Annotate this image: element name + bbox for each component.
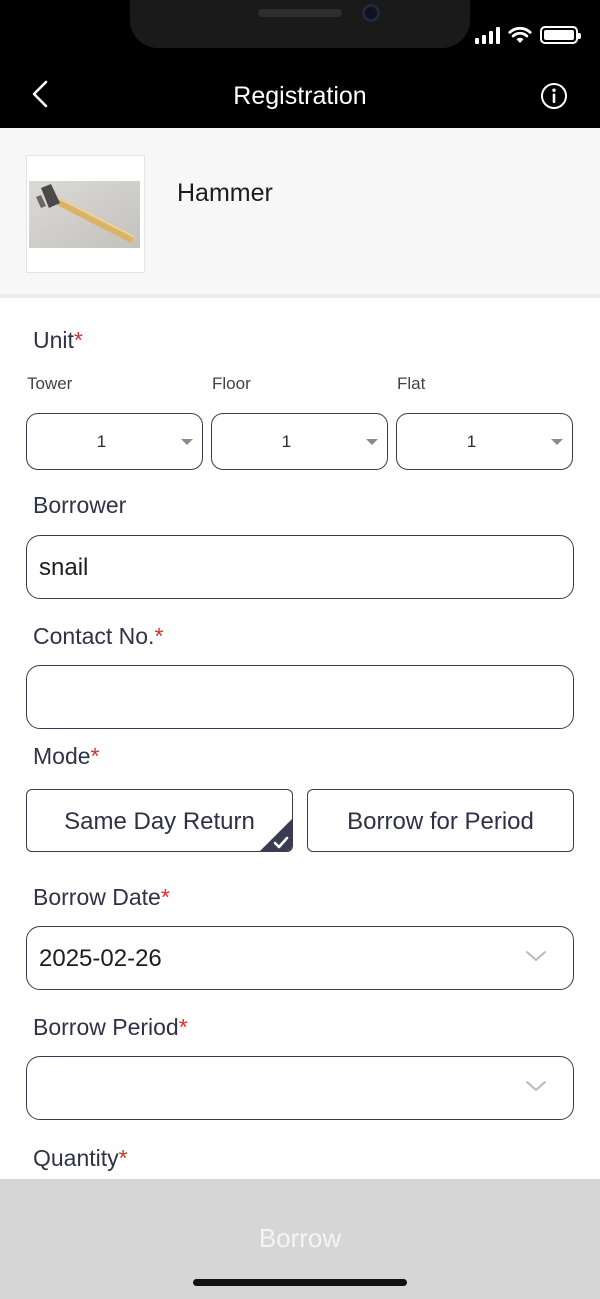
borrow-button[interactable]: Borrow — [0, 1223, 600, 1254]
tower-label: Tower — [27, 374, 73, 393]
borrow-period-picker[interactable] — [26, 1056, 574, 1120]
cellular-signal-icon — [475, 26, 500, 44]
caret-down-icon — [551, 439, 563, 445]
caret-down-icon — [181, 439, 193, 445]
tower-select[interactable]: 1 — [26, 413, 203, 470]
borrow-date-label: Borrow Date* — [33, 884, 170, 910]
quantity-label: Quantity* — [33, 1145, 128, 1171]
chevron-down-icon — [526, 1081, 546, 1091]
floor-label: Floor — [212, 374, 251, 393]
home-indicator — [193, 1279, 407, 1286]
page-title: Registration — [233, 82, 367, 110]
borrower-input[interactable]: snail — [26, 535, 574, 599]
contact-input[interactable] — [26, 665, 574, 729]
mode-label: Mode* — [33, 743, 100, 769]
contact-label: Contact No.* — [33, 623, 164, 649]
flat-value: 1 — [466, 432, 477, 451]
selected-check-icon — [260, 819, 292, 851]
speaker-grille — [258, 9, 342, 17]
mode-same-day-return[interactable]: Same Day Return — [26, 789, 293, 852]
item-summary: Hammer — [0, 128, 600, 298]
chevron-down-icon — [526, 951, 546, 961]
mode-option-label: Borrow for Period — [347, 808, 534, 835]
info-icon[interactable] — [540, 82, 568, 110]
floor-select[interactable]: 1 — [211, 413, 388, 470]
mode-option-label: Same Day Return — [64, 808, 255, 835]
floor-value: 1 — [281, 432, 292, 451]
status-icons — [475, 26, 581, 44]
borrow-date-value: 2025-02-26 — [39, 945, 162, 972]
flat-label: Flat — [397, 374, 426, 393]
item-thumbnail — [26, 155, 145, 273]
mode-borrow-for-period[interactable]: Borrow for Period — [307, 789, 574, 852]
caret-down-icon — [366, 439, 378, 445]
borrow-period-label: Borrow Period* — [33, 1014, 188, 1040]
tower-value: 1 — [96, 432, 107, 451]
unit-label: Unit* — [33, 327, 83, 353]
item-name: Hammer — [177, 179, 273, 207]
borrow-date-picker[interactable]: 2025-02-26 — [26, 926, 574, 990]
borrower-value: snail — [39, 554, 89, 581]
hammer-photo — [29, 181, 140, 248]
battery-icon — [540, 26, 581, 44]
device-notch — [130, 0, 470, 48]
nav-bar: Registration — [0, 60, 600, 128]
status-bar — [0, 0, 600, 60]
flat-select[interactable]: 1 — [396, 413, 573, 470]
front-camera — [362, 4, 380, 22]
wifi-icon — [508, 26, 532, 43]
borrower-label: Borrower — [33, 492, 127, 518]
